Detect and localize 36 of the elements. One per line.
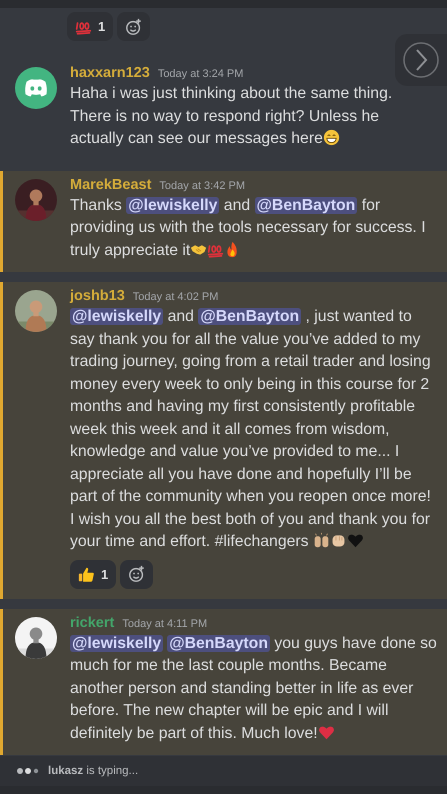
thumbs-up-icon [78, 566, 95, 582]
mention-link[interactable]: @BenBayton [167, 634, 270, 652]
timestamp: Today at 4:02 PM [132, 291, 218, 303]
username[interactable]: joshb13 [70, 288, 125, 304]
reaction-button[interactable]: 1 [70, 560, 116, 588]
reaction-count: 1 [101, 566, 108, 582]
mention-link[interactable]: @BenBayton [254, 196, 358, 214]
timestamp: Today at 3:42 PM [159, 180, 246, 192]
timestamp: Today at 3:24 PM [158, 68, 244, 80]
add-emoji-icon [128, 565, 146, 583]
message-text: Thanks @lewiskelly and @BenBayton for providing us with the tools necessary for success. I truly appreciate it [70, 196, 427, 260]
mention-link[interactable]: @lewiskelly [126, 196, 220, 214]
next-button[interactable] [395, 34, 447, 86]
message-text: Haha i was just thinking about the same thing. There is no way to respond right? Unless he actually can see our messages here [70, 84, 394, 149]
add-reaction-button[interactable] [117, 12, 150, 41]
mention-link[interactable]: @BenBayton [198, 308, 302, 325]
mention-link[interactable]: @lewiskelly [70, 634, 164, 652]
avatar-icon[interactable] [15, 67, 57, 109]
message-text: @lewiskelly @BenBayton you guys have done so much for me the last couple months. Became another person and standing better in life as ever before. The new chapter will be epic and I will definitely be part of this. Much love! [70, 634, 437, 744]
typing-status: lukasz is typing... [48, 765, 138, 777]
chevron-right-icon [401, 40, 441, 80]
timestamp: Today at 4:11 PM [122, 618, 208, 630]
username[interactable]: rickert [70, 614, 114, 630]
mention-link[interactable]: @lewiskelly [70, 308, 164, 325]
username[interactable]: haxxarn123 [70, 65, 150, 81]
grinning-face-icon [322, 129, 340, 146]
username[interactable]: MarekBeast [70, 176, 152, 192]
message-text: @lewiskelly and @BenBayton , just wanted to say thank you for all the value you’ve added to my trading journey, going from a retail trader and losing money every week to only being in this course for 2 months and having my first consistently profitable week this week and it all comes from wisdom, knowledge and value you’ve provided to me... I appreciate all you have done and hopefully I’ll be part of the community when you reopen once more! I wish you all the best both of you and thank you for your time and effort. #lifechangers [70, 307, 432, 552]
raised-hands-icon [312, 532, 330, 549]
heart-icon [318, 724, 335, 740]
add-reaction-button[interactable] [120, 560, 154, 588]
add-emoji-icon [124, 18, 143, 36]
typing-indicator-icon [16, 767, 40, 775]
reaction-button[interactable]: 1 [67, 12, 114, 41]
reaction-count: 1 [98, 19, 106, 34]
heart-icon [346, 532, 364, 549]
